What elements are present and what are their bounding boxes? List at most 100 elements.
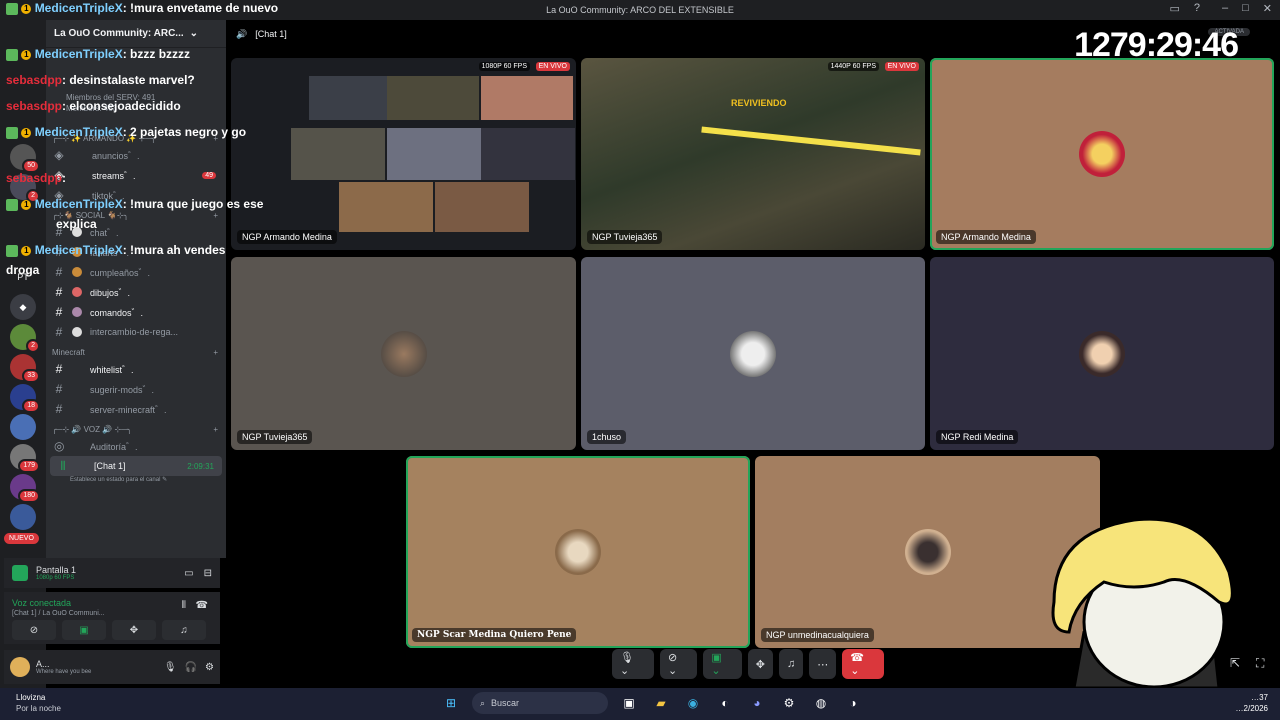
stream-thumb <box>435 182 529 232</box>
disconnect-icon[interactable]: ☎ <box>196 600 208 611</box>
voice-channel[interactable]: [Chat 1] / La OuO Communi... <box>12 610 212 617</box>
camera-button[interactable]: ⊘ <box>12 620 56 640</box>
screen-share-button[interactable]: ▣ <box>62 620 106 640</box>
server-icon[interactable]: 179 <box>10 444 40 473</box>
hang-up-button[interactable]: ☎ ⌄ <box>842 649 885 679</box>
user-tile-redi[interactable]: NGP Redi Medina <box>930 257 1274 450</box>
clock[interactable]: …37 …2/2026 <box>1236 692 1268 714</box>
taskbar-search[interactable]: ⌕ Buscar <box>472 692 608 714</box>
category-voz[interactable]: ╭─⊹ 🔊 VOZ 🔊 ⊹─╮ + <box>46 419 226 436</box>
channel-label: anuncios゛. <box>92 150 140 161</box>
gear-icon[interactable]: ⚙ <box>205 662 214 673</box>
minimize-button[interactable]: – <box>1222 2 1228 15</box>
soundboard-button[interactable]: ♫ <box>779 649 804 679</box>
more-options-button[interactable]: ⋯ <box>809 649 837 679</box>
server-icon[interactable]: 50 <box>10 144 40 173</box>
user-tile-armando[interactable]: NGP Armando Medina <box>930 58 1274 250</box>
chat-user: sebasdpp <box>6 99 63 113</box>
activities-button[interactable]: ✥ <box>112 620 156 640</box>
close-button[interactable]: ✕ <box>1263 2 1272 15</box>
channel-auditoria[interactable]: ◎ Auditoría゛. <box>46 436 226 456</box>
unread-badge: 179 <box>18 459 40 473</box>
microphone-icon[interactable]: 🎙 <box>164 662 177 673</box>
settings-icon[interactable]: ⚙ <box>778 692 800 714</box>
channel-comandos[interactable]: # comandos゛. <box>46 302 226 322</box>
weather-widget[interactable]: Llovizna Por la noche <box>16 692 61 714</box>
obs-icon[interactable]: ◍ <box>810 692 832 714</box>
server-icon[interactable]: ◆ <box>10 294 36 320</box>
windows-start-icon[interactable]: ⊞ <box>440 692 462 714</box>
channel-whitelist[interactable]: # whitelist゛. <box>46 359 226 379</box>
chat-text: vendes <box>184 243 226 257</box>
task-view-icon[interactable]: ▣ <box>618 692 640 714</box>
server-icon[interactable]: 33 <box>10 354 40 383</box>
signal-icon[interactable]: ⦀ <box>182 600 186 611</box>
chat-user: MedicenTripleX <box>34 47 123 61</box>
emoji-icon <box>72 327 82 337</box>
soundboard-button[interactable]: ♫ <box>162 620 206 640</box>
speaker-icon: 🔊 <box>236 28 248 39</box>
channel-sugerir-mods[interactable]: # sugerir-mods゛. <box>46 379 226 399</box>
user-icon <box>6 2 18 15</box>
user-tile-1chuso[interactable]: 1chuso <box>581 257 925 450</box>
headphones-icon[interactable]: 🎧 <box>185 662 197 673</box>
server-header[interactable]: La OuO Community: ARC... ⌄ <box>46 20 226 48</box>
channel-label: intercambio-de-rega... <box>90 327 179 337</box>
plus-icon[interactable]: + <box>213 211 218 220</box>
activities-button[interactable]: ✥ <box>747 649 774 679</box>
discord-icon[interactable]: ◕ <box>746 692 768 714</box>
server-icon[interactable]: 18 <box>10 384 40 413</box>
stream-timer: 1279:29:46 <box>1074 26 1239 64</box>
channel-server-minecraft[interactable]: # server-minecraft゛. <box>46 399 226 419</box>
camera-toggle-button[interactable]: ⊘ ⌄ <box>660 649 698 679</box>
inbox-icon[interactable]: ▭ <box>1169 2 1179 15</box>
channel-anuncios[interactable]: ◈ anuncios゛. <box>46 145 226 165</box>
stream-tile-tuvieja[interactable]: REVIVIENDO 1440P 60 FPS EN VIVO NGP Tuvi… <box>581 58 925 250</box>
mute-button[interactable]: 🎙 ⌄ <box>612 649 655 679</box>
stop-share-icon[interactable]: ⊟ <box>204 568 212 579</box>
stream-tile-armando[interactable]: 1080P 60 FPS EN VIVO NGP Armando Medina <box>231 58 576 250</box>
screen-share-title: Pantalla 1 <box>36 565 77 575</box>
channel-chat1[interactable]: ⦀ [Chat 1] 2:09:31 <box>50 456 222 476</box>
mascot-overlay <box>1051 517 1234 688</box>
plus-icon[interactable]: + <box>213 425 218 434</box>
channel-streams[interactable]: ◈ streams゛. 49 <box>46 165 226 185</box>
category-minecraft[interactable]: Minecraft + <box>46 342 226 359</box>
ccleaner-icon[interactable]: ◐ <box>714 692 736 714</box>
mention-count: 49 <box>202 171 216 179</box>
channel-dibujos[interactable]: # dibujos゛. <box>46 282 226 302</box>
server-icon[interactable]: 180 <box>10 474 40 503</box>
chat-message: 1 MedicenTripleX: !mura que juego es ese <box>6 198 263 211</box>
plus-icon[interactable]: + <box>213 348 218 357</box>
steam-icon[interactable]: ◑ <box>842 692 864 714</box>
user-tile-tuvieja[interactable]: NGP Tuvieja365 <box>231 257 576 450</box>
popout-icon[interactable]: ▭ <box>184 568 193 579</box>
share-screen-button[interactable]: ▣ ⌄ <box>703 649 742 679</box>
edge-icon[interactable]: ◉ <box>682 692 704 714</box>
server-name: La OuO Community: ARC... <box>54 28 184 39</box>
voice-connection-panel: Voz conectada [Chat 1] / La OuO Communi.… <box>4 592 220 644</box>
help-icon[interactable]: ? <box>1194 2 1200 15</box>
channel-label: sugerir-mods゛. <box>90 384 155 395</box>
user-tile-scar[interactable]: NGP Scar Medina Quiero Pene <box>406 456 750 648</box>
tile-name: NGP Tuvieja365 <box>237 430 313 444</box>
username: A... <box>36 659 50 669</box>
channel-status-hint[interactable]: Establece un estado para el canal ✎ <box>46 476 226 483</box>
hash-icon: # <box>55 362 63 376</box>
avatar[interactable] <box>10 657 30 677</box>
channel-label: [Chat 1] <box>94 461 126 471</box>
fullscreen-icon[interactable]: ⛶ <box>1256 656 1264 671</box>
stream-thumb <box>309 76 389 120</box>
emoji-icon <box>72 267 82 277</box>
maximize-button[interactable]: □ <box>1242 2 1249 15</box>
server-icon[interactable]: 2 <box>10 324 40 353</box>
server-icon[interactable] <box>10 504 36 530</box>
badge-icon: 1 <box>21 127 32 138</box>
channel-intercambio[interactable]: # intercambio-de-rega... <box>46 322 226 342</box>
channel-cumpleanos[interactable]: # cumpleaños゛. <box>46 262 226 282</box>
server-icon[interactable] <box>10 414 36 440</box>
file-explorer-icon[interactable]: ▰ <box>650 692 672 714</box>
badge-icon: 1 <box>21 245 32 256</box>
chat-user: MedicenTripleX <box>34 243 123 257</box>
call-channel-name: [Chat 1] <box>255 29 287 39</box>
